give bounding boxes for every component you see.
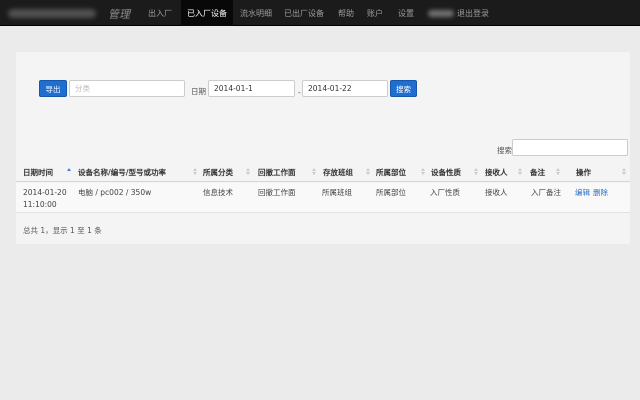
sort-asc-icon[interactable]: [67, 168, 71, 175]
cell-name: 电脑 / pc002 / 350w: [78, 188, 152, 197]
nav-item-checkin-out[interactable]: 出入厂: [148, 0, 172, 26]
export-button[interactable]: 导出: [39, 80, 67, 97]
cell-datetime: 2014-01-20 11:10:00: [23, 187, 73, 211]
column-header-name[interactable]: 设备名称/编号/型号或功率: [78, 167, 166, 178]
category-input[interactable]: [69, 80, 185, 97]
cell-part: 所属部位: [376, 188, 406, 197]
column-header-category[interactable]: 所属分类: [203, 167, 233, 178]
cell-nature: 入厂性质: [430, 188, 460, 197]
cell-remark: 入厂备注: [531, 188, 561, 197]
sort-icon[interactable]: [556, 168, 560, 175]
date-from-input[interactable]: [208, 80, 295, 97]
cell-time: 11:10:00: [23, 200, 57, 209]
column-header-team[interactable]: 存放班组: [323, 167, 353, 178]
column-header-nature[interactable]: 设备性质: [431, 167, 461, 178]
top-navbar: 管理 出入厂 已入厂设备 流水明细 已出厂设备 帮助 账户 设置 退出登录: [0, 0, 640, 26]
column-header-actions: 操作: [576, 168, 591, 177]
date-label: 日期: [191, 87, 206, 96]
nav-item-entered-equipment[interactable]: 已入厂设备: [181, 0, 233, 26]
sort-icon[interactable]: [366, 168, 370, 175]
cell-date: 2014-01-20: [23, 188, 67, 197]
main-panel: 导出 日期 - 搜索 搜索 日期时间 设备名称/编号/型号或功率 所属分类 回撤…: [16, 52, 630, 244]
sort-icon[interactable]: [518, 168, 522, 175]
nav-item-account[interactable]: 账户: [367, 0, 383, 26]
table-search-input[interactable]: [512, 139, 628, 156]
column-header-remark[interactable]: 备注: [530, 167, 545, 178]
logout-link[interactable]: 退出登录: [457, 0, 489, 26]
filter-search-button[interactable]: 搜索: [390, 80, 417, 97]
cell-face: 回撤工作面: [258, 188, 296, 197]
pagination-info: 总共 1，显示 1 至 1 条: [23, 226, 102, 235]
user-name: [428, 10, 454, 17]
sort-icon[interactable]: [246, 168, 250, 175]
date-separator: -: [298, 88, 301, 97]
cell-team: 所属班组: [322, 188, 352, 197]
sort-icon[interactable]: [622, 168, 626, 175]
column-header-datetime[interactable]: 日期时间: [23, 167, 53, 178]
edit-link[interactable]: 编辑: [575, 187, 590, 198]
nav-item-help[interactable]: 帮助: [338, 0, 354, 26]
nav-item-flow-detail[interactable]: 流水明细: [240, 0, 272, 26]
sort-icon[interactable]: [312, 168, 316, 175]
sort-icon[interactable]: [474, 168, 478, 175]
column-header-part[interactable]: 所属部位: [376, 167, 406, 178]
cell-receiver: 接收人: [485, 188, 508, 197]
nav-item-exited-equipment[interactable]: 已出厂设备: [284, 0, 324, 26]
table-header: 日期时间 设备名称/编号/型号或功率 所属分类 回撤工作面 存放班组 所属部位 …: [16, 162, 630, 182]
column-header-receiver[interactable]: 接收人: [485, 167, 508, 178]
cell-category: 信息技术: [203, 188, 233, 197]
sort-icon[interactable]: [193, 168, 197, 175]
delete-link[interactable]: 删除: [593, 187, 608, 198]
nav-item-settings[interactable]: 设置: [398, 0, 414, 26]
table-row: 2014-01-20 11:10:00 电脑 / pc002 / 350w 信息…: [16, 183, 630, 213]
date-to-input[interactable]: [302, 80, 388, 97]
brand-logo[interactable]: [8, 9, 96, 18]
sort-icon[interactable]: [421, 168, 425, 175]
brand-title[interactable]: 管理: [108, 6, 130, 22]
column-header-face[interactable]: 回撤工作面: [258, 167, 296, 178]
table-search-label: 搜索: [497, 146, 512, 155]
filter-bar: 导出 日期 - 搜索: [16, 52, 630, 138]
